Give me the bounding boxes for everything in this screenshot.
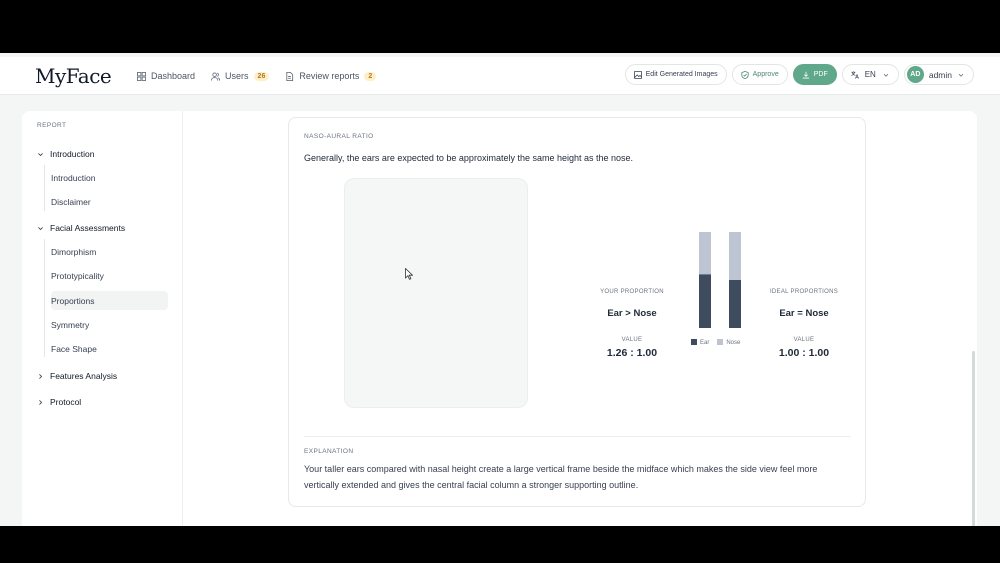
- users-count-badge: 26: [253, 71, 270, 81]
- naso-aural-ratio-section: NASO-AURAL RATIO Generally, the ears are…: [288, 117, 866, 507]
- language-label: EN: [864, 70, 876, 79]
- document-icon: [286, 71, 294, 81]
- your-proportion-text: Ear > Nose: [607, 308, 657, 319]
- section-divider: [304, 436, 851, 437]
- sidebar-group-label: Features Analysis: [50, 371, 118, 381]
- logo[interactable]: MyFace: [35, 64, 112, 88]
- pdf-label: PDF: [813, 71, 828, 78]
- face-photo-placeholder: [344, 178, 528, 408]
- legend-swatch-nose: [717, 339, 724, 345]
- ideal-proportion-block: IDEAL PROPORTIONS Ear = Nose VALUE 1.00 …: [759, 289, 849, 359]
- dashboard-icon: [137, 71, 146, 81]
- sidebar-title: REPORT: [37, 122, 67, 129]
- image-edit-icon: [633, 70, 642, 79]
- sidebar-item-prototypicality[interactable]: Prototypicality: [51, 266, 168, 285]
- sidebar-group-label: Facial Assessments: [50, 223, 126, 233]
- report-card: REPORT Introduction Introduction Disclai…: [22, 111, 977, 526]
- sidebar-item-proportions[interactable]: Proportions: [51, 291, 168, 310]
- edit-generated-images-button[interactable]: Edit Generated Images: [624, 64, 727, 85]
- legend-swatch-ear: [691, 339, 697, 345]
- main-nav: Dashboard Users 26 Review reports 2: [137, 57, 377, 95]
- sidebar-guide-line: [44, 239, 45, 357]
- section-description: Generally, the ears are expected to be a…: [304, 153, 634, 163]
- chevron-right-icon: [39, 373, 43, 379]
- header-actions: Edit Generated Images Approve PDF EN AD …: [624, 64, 974, 85]
- chevron-down-icon: [38, 152, 43, 156]
- sidebar-item-dimorphism[interactable]: Dimorphism: [51, 242, 168, 261]
- translate-icon: [851, 70, 859, 79]
- edit-generated-images-label: Edit Generated Images: [645, 71, 718, 78]
- top-header: MyFace Dashboard Users 26 Review reports…: [0, 57, 1000, 95]
- sidebar-group-features-analysis[interactable]: Features Analysis: [37, 371, 117, 381]
- sidebar-group-label: Introduction: [50, 149, 95, 159]
- sidebar-item-introduction[interactable]: Introduction: [51, 168, 168, 187]
- approve-button[interactable]: Approve: [731, 64, 788, 85]
- ideal-proportion-text: Ear = Nose: [779, 308, 829, 319]
- ideal-proportion-caption: IDEAL PROPORTIONS: [769, 289, 839, 295]
- bar-nose-0: [699, 232, 711, 275]
- bar-ear-0: [699, 274, 711, 328]
- your-value-caption: VALUE: [621, 337, 643, 343]
- sidebar-group-facial-assessments[interactable]: Facial Assessments: [37, 223, 125, 233]
- sidebar-group-label: Protocol: [50, 397, 82, 407]
- user-menu[interactable]: AD admin: [903, 64, 974, 85]
- avatar: AD: [906, 66, 924, 83]
- sidebar-group-protocol[interactable]: Protocol: [37, 397, 81, 407]
- ideal-value-caption: VALUE: [793, 337, 815, 343]
- legend-ear-label: Ear: [700, 340, 710, 346]
- scrollbar[interactable]: [972, 351, 975, 526]
- reports-count-badge: 2: [364, 71, 377, 81]
- sidebar-item-face-shape[interactable]: Face Shape: [51, 339, 168, 358]
- legend-nose-label: Nose: [726, 340, 741, 346]
- sidebar-item-label: Face Shape: [51, 343, 97, 354]
- approve-label: Approve: [752, 71, 779, 78]
- pdf-download-button[interactable]: PDF: [792, 64, 837, 85]
- section-label: NASO-AURAL RATIO: [304, 133, 374, 140]
- explanation-text: Your taller ears compared with nasal hei…: [304, 464, 818, 490]
- your-value: 1.26 : 1.00: [606, 347, 658, 359]
- nav-users[interactable]: Users 26: [211, 71, 270, 81]
- ratio-bar-chart: [699, 232, 741, 328]
- legend-nose: Nose: [717, 339, 740, 346]
- ideal-value: 1.00 : 1.00: [778, 347, 830, 359]
- sidebar-item-label: Disclaimer: [51, 196, 91, 207]
- language-selector[interactable]: EN: [841, 64, 899, 85]
- app-window: MyFace Dashboard Users 26 Review reports…: [0, 53, 1000, 526]
- report-sidebar: REPORT Introduction Introduction Disclai…: [22, 111, 183, 526]
- nav-review-reports[interactable]: Review reports 2: [285, 71, 377, 81]
- chart-legend: Ear Nose: [691, 339, 740, 346]
- sidebar-group-introduction[interactable]: Introduction: [37, 149, 94, 159]
- download-icon: [802, 71, 809, 78]
- legend-ear: Ear: [691, 339, 709, 346]
- chevron-down-icon: [38, 226, 43, 230]
- nav-review-reports-label: Review reports: [299, 71, 360, 81]
- bar-nose-1: [729, 232, 741, 280]
- sidebar-item-label: Prototypicality: [51, 270, 104, 281]
- chevron-down-icon: [958, 73, 964, 77]
- explanation-label: EXPLANATION: [304, 448, 354, 455]
- chevron-down-icon: [883, 73, 889, 77]
- shield-check-icon: [741, 70, 749, 79]
- sidebar-item-disclaimer[interactable]: Disclaimer: [51, 192, 168, 211]
- users-icon: [211, 71, 221, 81]
- nav-users-label: Users: [225, 71, 249, 81]
- sidebar-item-label: Introduction: [51, 172, 96, 183]
- sidebar-item-label: Dimorphism: [51, 246, 97, 257]
- your-proportion-caption: YOUR PROPORTION: [600, 289, 664, 295]
- sidebar-item-symmetry[interactable]: Symmetry: [51, 315, 168, 334]
- sidebar-item-label: Proportions: [51, 295, 95, 306]
- chevron-right-icon: [39, 399, 43, 405]
- nav-dashboard[interactable]: Dashboard: [137, 71, 195, 81]
- sidebar-item-label: Symmetry: [51, 319, 90, 330]
- your-proportion-block: YOUR PROPORTION Ear > Nose VALUE 1.26 : …: [587, 289, 677, 359]
- sidebar-guide-line: [44, 165, 45, 211]
- user-name: admin: [928, 69, 952, 80]
- nav-dashboard-label: Dashboard: [151, 71, 196, 81]
- mouse-cursor-icon: [405, 268, 413, 280]
- bar-ear-1: [729, 280, 741, 328]
